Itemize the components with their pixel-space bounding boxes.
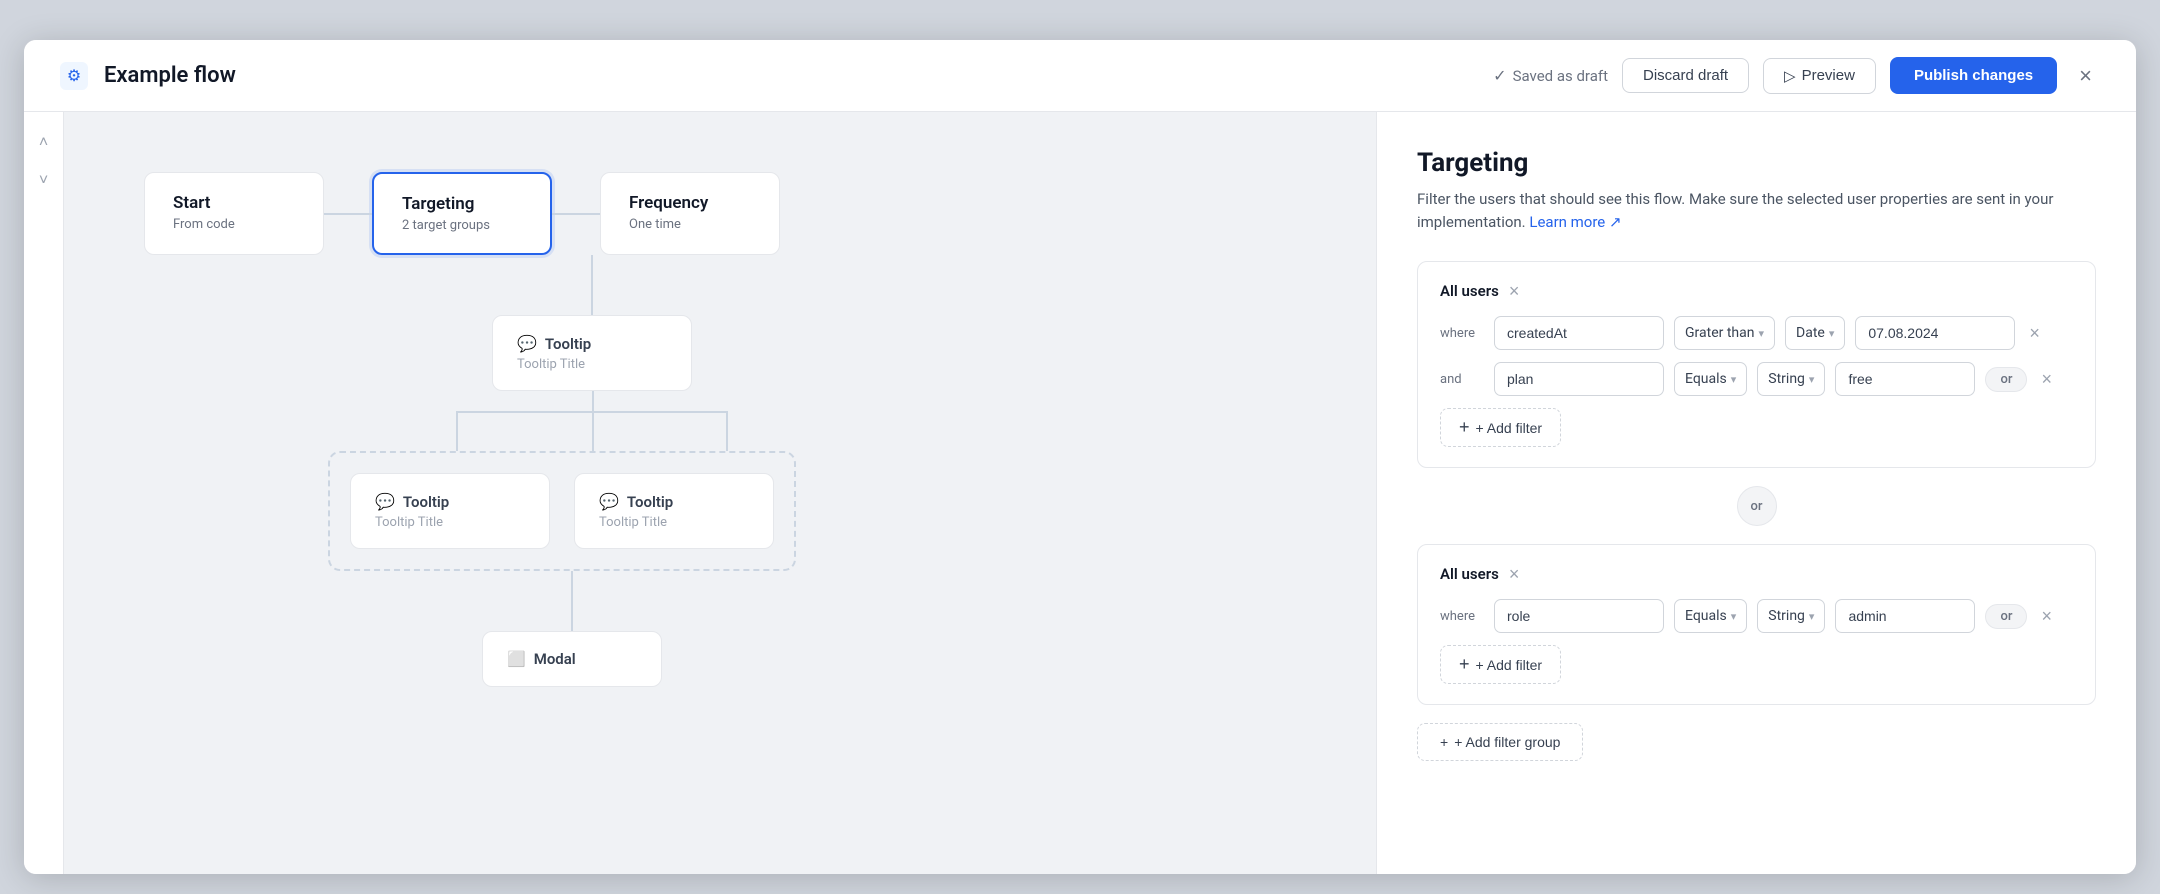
connector-h-1 (324, 172, 372, 255)
filter-group-1-header: All users × (1440, 282, 2073, 300)
plus-icon-2: + (1459, 654, 1470, 675)
chevron-down-icon-1: ▾ (1758, 327, 1764, 340)
saved-status: ✓ Saved as draft (1493, 66, 1608, 85)
flow-title: Example flow (104, 63, 236, 88)
publish-button[interactable]: Publish changes (1890, 57, 2057, 94)
tooltip-node-3[interactable]: 💬 Tooltip Tooltip Title (574, 473, 774, 549)
panel-title: Targeting (1417, 148, 2096, 178)
type-select-1[interactable]: Date ▾ (1785, 316, 1845, 350)
chevron-down-icon-2: ▾ (1829, 327, 1835, 340)
remove-group-1-button[interactable]: × (1509, 282, 1520, 300)
panel-description: Filter the users that should see this fl… (1417, 188, 2096, 233)
and-label-1: and (1440, 372, 1484, 387)
filter-group-1: All users × where Grater than ▾ Date ▾ (1417, 261, 2096, 468)
remove-filter-2-button[interactable]: × (2037, 369, 2056, 390)
discard-draft-button[interactable]: Discard draft (1622, 58, 1749, 93)
body: ˄ ˅ Start From code Targeting 2 target g… (24, 112, 2136, 874)
flow-container: Start From code Targeting 2 target group… (144, 172, 780, 687)
or-separator: or (1417, 486, 2096, 526)
all-users-label-1: All users (1440, 282, 1499, 300)
play-icon: ▷ (1784, 67, 1796, 85)
header: ⚙ Example flow ✓ Saved as draft Discard … (24, 40, 2136, 112)
all-users-label-2: All users (1440, 565, 1499, 583)
connector-h-2 (552, 172, 600, 255)
field-input-1[interactable] (1494, 316, 1664, 350)
chevron-down-icon-3: ▾ (1731, 373, 1737, 386)
start-node[interactable]: Start From code (144, 172, 324, 255)
check-icon: ✓ (1493, 66, 1506, 85)
field-input-2[interactable] (1494, 362, 1664, 396)
add-filter-1-button[interactable]: + + Add filter (1440, 408, 1561, 447)
filter-group-2-header: All users × (1440, 565, 2073, 583)
chevron-down-icon-4: ▾ (1809, 373, 1815, 386)
add-filter-2-button[interactable]: + + Add filter (1440, 645, 1561, 684)
or-circle: or (1737, 486, 1777, 526)
branch-dashed: 💬 Tooltip Tooltip Title 💬 Tooltip (328, 451, 796, 571)
tooltip-comment-icon: 💬 (517, 334, 537, 353)
canvas: Start From code Targeting 2 target group… (64, 112, 1376, 874)
chevron-down-icon-5: ▾ (1731, 610, 1737, 623)
filter-row-1: where Grater than ▾ Date ▾ × (1440, 316, 2073, 350)
field-input-3[interactable] (1494, 599, 1664, 633)
sidebar-icons: ˄ ˅ (24, 112, 64, 874)
filter-row-3: where Equals ▾ String ▾ or × (1440, 599, 2073, 633)
modal-rect-icon: ⬜ (507, 650, 526, 668)
tooltip-node-2[interactable]: 💬 Tooltip Tooltip Title (350, 473, 550, 549)
v-connector-1 (591, 255, 593, 315)
chevron-up-icon[interactable]: ˄ (30, 128, 58, 156)
frequency-node[interactable]: Frequency One time (600, 172, 780, 255)
remove-filter-1-button[interactable]: × (2025, 323, 2044, 344)
filter-group-2: All users × where Equals ▾ String ▾ (1417, 544, 2096, 705)
settings-icon[interactable]: ⚙ (60, 62, 88, 90)
or-badge-2: or (1985, 604, 2027, 629)
where-label-2: where (1440, 609, 1484, 624)
main-window: ⚙ Example flow ✓ Saved as draft Discard … (24, 40, 2136, 874)
value-input-2[interactable] (1835, 362, 1975, 396)
where-label-1: where (1440, 326, 1484, 341)
header-actions: ✓ Saved as draft Discard draft ▷ Preview… (1493, 57, 2100, 94)
add-filter-1-label: + Add filter (1476, 420, 1543, 436)
preview-button[interactable]: ▷ Preview (1763, 58, 1876, 94)
right-panel: Targeting Filter the users that should s… (1376, 112, 2136, 874)
filter-row-2: and Equals ▾ String ▾ or × (1440, 362, 2073, 396)
operator-select-3[interactable]: Equals ▾ (1674, 599, 1747, 633)
tooltip-node-1[interactable]: 💬 Tooltip Tooltip Title (492, 315, 692, 391)
remove-filter-3-button[interactable]: × (2037, 606, 2056, 627)
value-input-3[interactable] (1835, 599, 1975, 633)
or-badge-1: or (1985, 367, 2027, 392)
type-select-2[interactable]: String ▾ (1757, 362, 1825, 396)
date-value-input-1[interactable] (1855, 316, 2015, 350)
tooltip-comment-icon-2: 💬 (375, 492, 395, 511)
header-left: ⚙ Example flow (60, 62, 236, 90)
targeting-node[interactable]: Targeting 2 target groups (372, 172, 552, 255)
operator-select-2[interactable]: Equals ▾ (1674, 362, 1747, 396)
modal-node[interactable]: ⬜ Modal (482, 631, 662, 687)
plus-icon-3: + (1440, 734, 1448, 750)
type-select-3[interactable]: String ▾ (1757, 599, 1825, 633)
close-button[interactable]: × (2071, 59, 2100, 93)
plus-icon-1: + (1459, 417, 1470, 438)
remove-group-2-button[interactable]: × (1509, 565, 1520, 583)
learn-more-link[interactable]: Learn more ↗ (1529, 213, 1621, 231)
chevron-down-icon[interactable]: ˅ (30, 166, 58, 194)
tooltip-comment-icon-3: 💬 (599, 492, 619, 511)
operator-select-1[interactable]: Grater than ▾ (1674, 316, 1775, 350)
v-connector-2 (571, 571, 573, 631)
add-filter-group-label: + Add filter group (1454, 734, 1560, 750)
add-filter-group-button[interactable]: + + Add filter group (1417, 723, 1583, 761)
chevron-down-icon-6: ▾ (1809, 610, 1815, 623)
add-filter-2-label: + Add filter (1476, 657, 1543, 673)
